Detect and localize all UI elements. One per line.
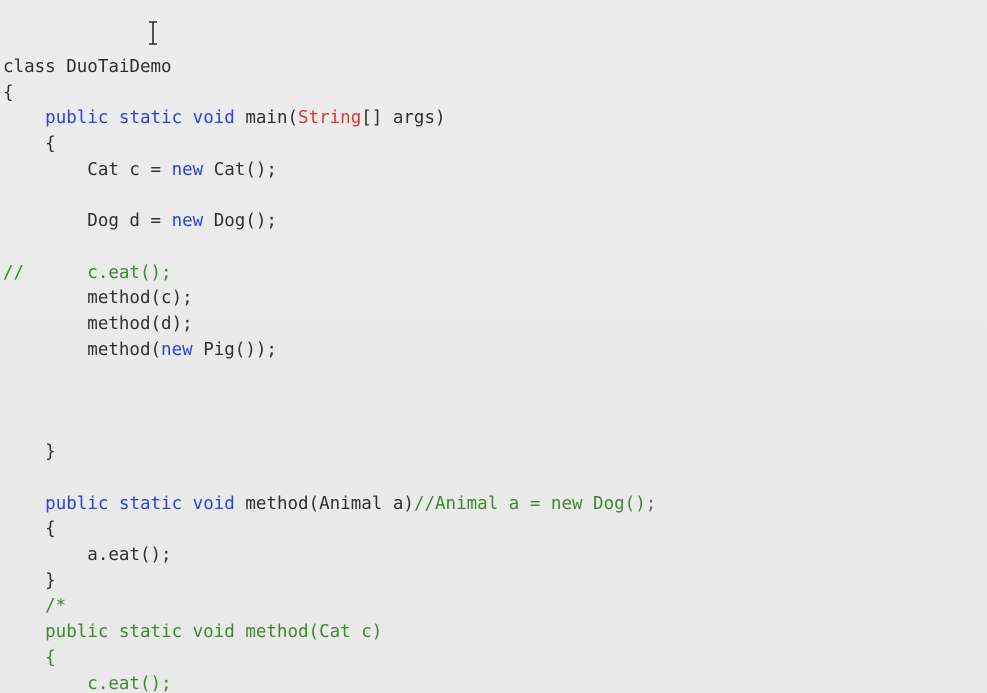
code-token-plain: method(c); bbox=[3, 288, 193, 309]
code-token-plain: Pig()); bbox=[192, 339, 277, 360]
code-editor[interactable]: class DuoTaiDemo { public static void mai… bbox=[0, 0, 987, 693]
code-line[interactable]: method(d); bbox=[3, 312, 656, 338]
code-line[interactable] bbox=[3, 235, 656, 261]
code-token-kw: new bbox=[171, 159, 204, 180]
code-line[interactable]: { bbox=[3, 646, 656, 672]
text-cursor-icon bbox=[149, 21, 157, 45]
code-line[interactable] bbox=[3, 466, 656, 492]
code-token-kw: public static void bbox=[45, 493, 235, 514]
code-line[interactable]: } bbox=[3, 569, 656, 595]
code-lines: class DuoTaiDemo { public static void mai… bbox=[3, 55, 656, 693]
code-line[interactable] bbox=[3, 389, 656, 415]
code-line[interactable]: Cat c = new Cat(); bbox=[3, 158, 656, 184]
code-token-comment: public static void method(Cat c) bbox=[3, 622, 383, 643]
code-token-plain: class DuoTaiDemo bbox=[3, 57, 172, 77]
code-line[interactable]: public static void method(Animal a)//Ani… bbox=[3, 492, 656, 518]
code-token-plain: Dog(); bbox=[203, 211, 277, 232]
code-token-plain: { bbox=[3, 82, 14, 103]
code-token-kw: public static void bbox=[45, 108, 235, 129]
code-token-plain: method( bbox=[3, 339, 162, 360]
code-token-kw: new bbox=[161, 339, 193, 360]
code-line[interactable]: public static void main(String[] args) bbox=[3, 106, 656, 132]
code-line[interactable] bbox=[3, 415, 656, 441]
code-token-comment: c.eat(); bbox=[3, 673, 172, 693]
code-line[interactable]: } bbox=[3, 440, 656, 466]
code-line[interactable]: { bbox=[3, 517, 656, 543]
code-token-comment: // c.eat(); bbox=[3, 262, 172, 283]
code-token-plain: a.eat(); bbox=[3, 545, 172, 566]
code-token-comment: /* bbox=[3, 596, 67, 617]
code-token-plain: Cat c = bbox=[3, 159, 172, 180]
code-line[interactable]: a.eat(); bbox=[3, 543, 656, 569]
code-line[interactable]: /* bbox=[3, 594, 656, 620]
code-token-plain: } bbox=[3, 570, 56, 591]
code-line[interactable]: Dog d = new Dog(); bbox=[3, 209, 656, 235]
code-line[interactable]: c.eat(); bbox=[3, 672, 656, 693]
code-token-plain: { bbox=[3, 519, 56, 540]
code-token-plain: Cat(); bbox=[203, 159, 277, 180]
code-token-plain: method(Animal a) bbox=[234, 493, 414, 514]
code-token-plain: } bbox=[3, 442, 56, 463]
code-token-plain: { bbox=[3, 134, 56, 155]
code-token-type-str: String bbox=[298, 108, 362, 129]
code-line[interactable]: { bbox=[3, 132, 656, 158]
code-token-plain: [] args) bbox=[361, 108, 446, 129]
code-token-plain: Dog d = bbox=[3, 211, 172, 232]
code-line[interactable]: method(new Pig()); bbox=[3, 338, 656, 364]
code-token-kw: new bbox=[171, 211, 204, 232]
code-token-comment: //Animal a = new Dog(); bbox=[413, 493, 657, 514]
code-line[interactable] bbox=[3, 363, 656, 389]
code-line[interactable]: // c.eat(); bbox=[3, 261, 656, 287]
code-line[interactable]: method(c); bbox=[3, 286, 656, 312]
code-line[interactable]: class DuoTaiDemo bbox=[3, 55, 656, 81]
code-token-plain: main( bbox=[234, 108, 299, 129]
code-token-plain: method(d); bbox=[3, 313, 193, 334]
code-line[interactable]: public static void method(Cat c) bbox=[3, 620, 656, 646]
code-line[interactable]: { bbox=[3, 81, 656, 107]
code-token-comment: { bbox=[3, 647, 56, 668]
code-line[interactable] bbox=[3, 183, 656, 209]
